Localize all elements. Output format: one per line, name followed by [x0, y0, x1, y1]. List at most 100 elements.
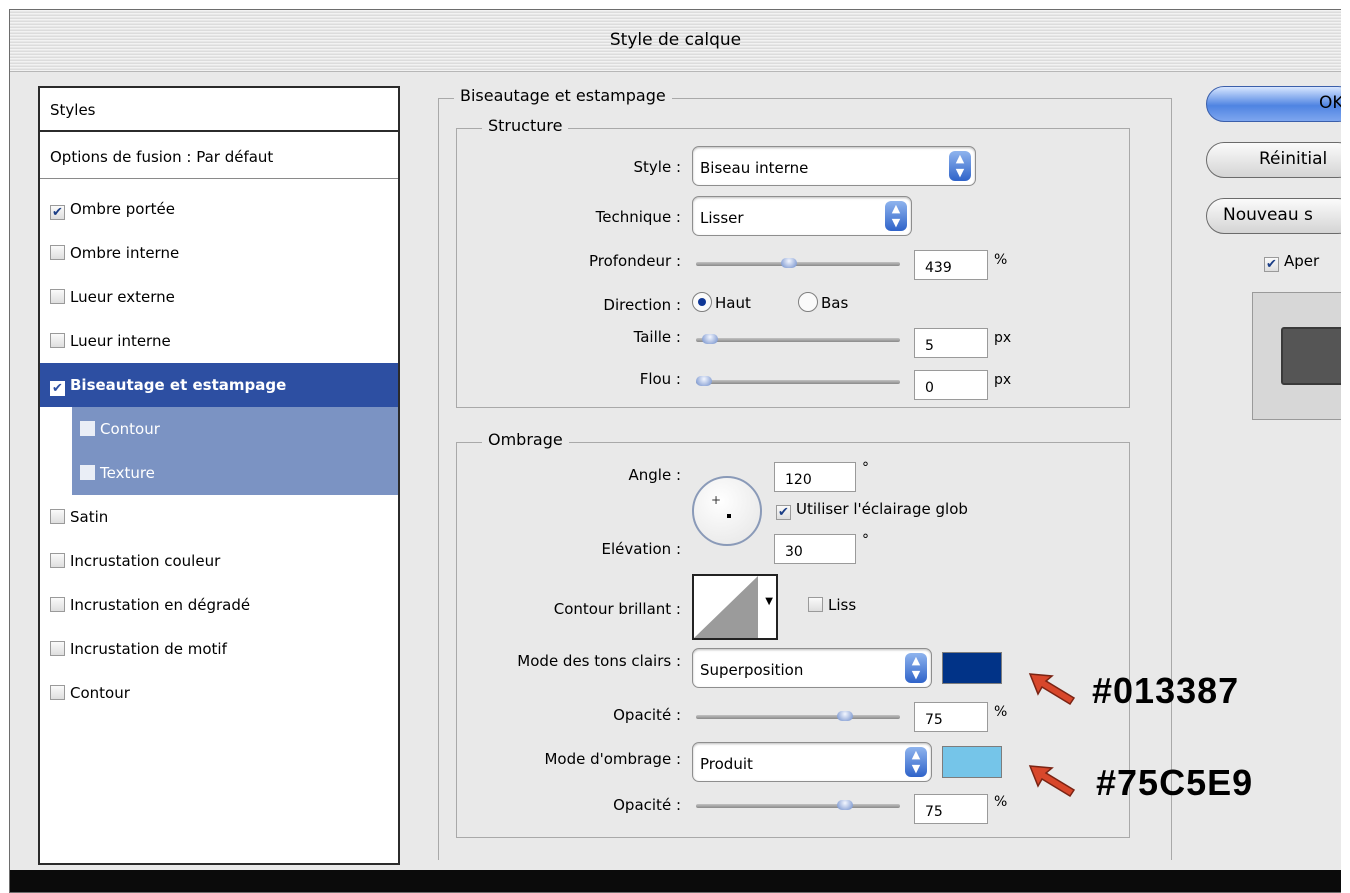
angle-label: Angle :	[628, 466, 681, 484]
checkbox[interactable]	[50, 509, 65, 524]
shadow-mode-label: Mode d'ombrage :	[544, 750, 681, 768]
checkbox[interactable]	[80, 421, 95, 436]
checkbox[interactable]	[50, 685, 65, 700]
antialias-checkbox[interactable]: Liss	[808, 596, 856, 614]
checkbox[interactable]	[50, 333, 65, 348]
checkbox[interactable]	[80, 465, 95, 480]
depth-slider[interactable]	[696, 258, 900, 268]
radio[interactable]	[798, 292, 818, 312]
checkbox[interactable]: ✔	[50, 381, 65, 396]
technique-select[interactable]: Lisser ▲ ▼	[692, 196, 912, 236]
updown-arrows-icon: ▲ ▼	[885, 201, 907, 231]
gloss-contour-picker[interactable]: ▼	[692, 574, 778, 640]
style-item-inner-glow[interactable]: Lueur interne	[40, 319, 398, 363]
blend-options-item[interactable]: Options de fusion : Par défaut	[40, 135, 398, 179]
shadow-opacity-input[interactable]: 75	[914, 794, 988, 824]
shadow-mode-select[interactable]: Produit ▲ ▼	[692, 742, 932, 782]
shadow-opacity-slider[interactable]	[696, 800, 900, 810]
style-item-color-overlay[interactable]: Incrustation couleur	[40, 539, 398, 583]
direction-label: Direction :	[603, 296, 681, 314]
checkbox[interactable]: ✔	[50, 205, 65, 220]
angle-input[interactable]: 120	[774, 462, 856, 492]
style-item-label: Satin	[70, 508, 109, 526]
altitude-unit: °	[862, 532, 869, 548]
soften-slider[interactable]	[696, 376, 900, 386]
style-item-label: Incrustation couleur	[70, 552, 221, 570]
highlight-opacity-slider[interactable]	[696, 711, 900, 721]
style-item-bevel-emboss[interactable]: ✔ Biseautage et estampage	[40, 363, 398, 407]
styles-list: Styles Options de fusion : Par défaut ✔ O…	[38, 86, 400, 865]
checkbox[interactable]	[50, 553, 65, 568]
bottom-bar	[10, 870, 1341, 892]
styles-header[interactable]: Styles	[40, 88, 398, 132]
title-bar[interactable]: Style de calque	[10, 10, 1341, 72]
new-style-button[interactable]: Nouveau s	[1206, 198, 1341, 234]
soften-slider-knob[interactable]	[696, 376, 712, 386]
updown-arrows-icon: ▲ ▼	[905, 747, 927, 777]
style-item-label: Lueur externe	[70, 288, 175, 306]
highlight-mode-label: Mode des tons clairs :	[517, 652, 681, 670]
radio-label: Haut	[715, 294, 751, 312]
shadow-opacity-knob[interactable]	[837, 800, 853, 810]
size-slider[interactable]	[696, 334, 900, 344]
shadow-hex-annotation: #75C5E9	[1096, 762, 1254, 803]
shadow-opacity-unit: %	[994, 794, 1008, 810]
style-item-label: Contour	[70, 684, 130, 702]
style-item-texture-sub[interactable]: Texture	[72, 451, 398, 495]
dropdown-arrow-icon: ▼	[765, 596, 773, 607]
crosshair-icon: +	[711, 493, 722, 507]
checkbox[interactable]	[808, 597, 823, 612]
direction-down-radio[interactable]: Bas	[798, 292, 868, 312]
highlight-mode-select[interactable]: Superposition ▲ ▼	[692, 648, 932, 688]
checkbox[interactable]	[50, 597, 65, 612]
bevel-title: Biseautage et estampage	[454, 86, 672, 105]
global-light-label: Utiliser l'éclairage glob	[796, 500, 968, 518]
layer-style-dialog: Style de calque Styles Options de fusion…	[9, 9, 1341, 893]
direction-up-radio[interactable]: Haut	[692, 292, 751, 312]
reset-button[interactable]: Réinitial	[1206, 142, 1341, 178]
depth-label: Profondeur :	[588, 252, 681, 270]
style-item-contour-sub[interactable]: Contour	[72, 407, 398, 451]
style-item-outer-glow[interactable]: Lueur externe	[40, 275, 398, 319]
style-item-drop-shadow[interactable]: ✔ Ombre portée	[40, 187, 398, 231]
angle-center-dot	[727, 514, 731, 518]
shadow-color-swatch[interactable]	[942, 746, 1002, 778]
checkbox[interactable]: ✔	[1264, 257, 1279, 272]
highlight-color-swatch[interactable]	[942, 652, 1002, 684]
checkbox[interactable]: ✔	[776, 505, 791, 520]
angle-dial[interactable]: +	[692, 476, 762, 546]
size-label: Taille :	[633, 328, 681, 346]
style-item-label: Ombre portée	[70, 200, 175, 218]
highlight-opacity-input[interactable]: 75	[914, 702, 988, 732]
soften-input[interactable]: 0	[914, 370, 988, 400]
style-item-stroke[interactable]: Contour	[40, 671, 398, 715]
size-input[interactable]: 5	[914, 328, 988, 358]
style-item-inner-shadow[interactable]: Ombre interne	[40, 231, 398, 275]
preview-checkbox[interactable]: ✔ Aper	[1264, 252, 1319, 272]
style-select[interactable]: Biseau interne ▲ ▼	[692, 146, 976, 186]
checkbox[interactable]	[50, 245, 65, 260]
technique-label: Technique :	[595, 208, 681, 226]
style-item-gradient-overlay[interactable]: Incrustation en dégradé	[40, 583, 398, 627]
preview-swatch	[1281, 327, 1341, 385]
style-item-pattern-overlay[interactable]: Incrustation de motif	[40, 627, 398, 671]
ok-button[interactable]: OK	[1206, 86, 1341, 122]
style-item-label: Contour	[100, 420, 160, 438]
style-item-label: Texture	[100, 464, 155, 482]
altitude-input[interactable]: 30	[774, 534, 856, 564]
style-label: Style :	[633, 158, 682, 176]
global-light-checkbox[interactable]: ✔ Utiliser l'éclairage glob	[776, 500, 1026, 520]
depth-slider-knob[interactable]	[781, 258, 797, 268]
size-slider-knob[interactable]	[702, 334, 718, 344]
antialias-label: Liss	[828, 596, 857, 614]
highlight-mode-value: Superposition	[700, 661, 804, 679]
style-item-satin[interactable]: Satin	[40, 495, 398, 539]
checkbox[interactable]	[50, 289, 65, 304]
depth-input[interactable]: 439	[914, 250, 988, 280]
gloss-contour-label: Contour brillant :	[553, 600, 681, 618]
highlight-opacity-label: Opacité :	[613, 706, 681, 724]
checkbox[interactable]	[50, 641, 65, 656]
shading-title: Ombrage	[482, 430, 569, 449]
radio[interactable]	[692, 292, 712, 312]
highlight-opacity-knob[interactable]	[837, 711, 853, 721]
